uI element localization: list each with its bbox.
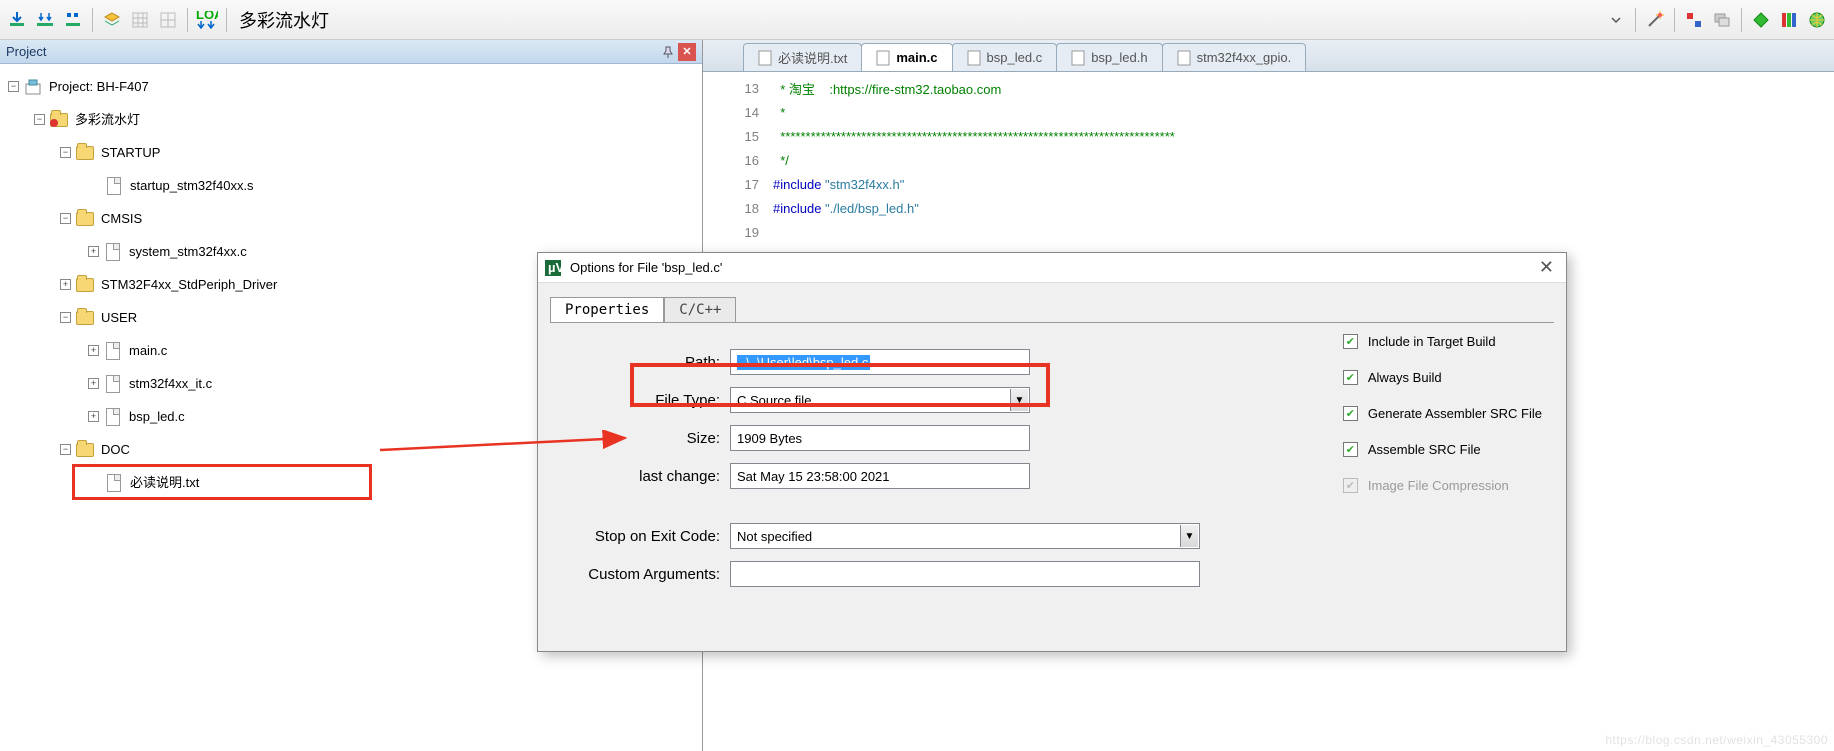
tree-file-label: stm32f4xx_it.c: [129, 367, 212, 400]
tree-group-label: DOC: [101, 433, 130, 466]
target-name: 多彩流水灯: [233, 7, 335, 33]
tab-gpio[interactable]: stm32f4xx_gpio.: [1162, 43, 1307, 71]
chevron-down-icon[interactable]: ▼: [1180, 525, 1198, 547]
tab-label: main.c: [896, 50, 937, 65]
input-lastchange: Sat May 15 23:58:00 2021: [730, 463, 1030, 489]
file-options-dialog: µV Options for File 'bsp_led.c' ✕ Proper…: [537, 252, 1567, 652]
tree-file-label: startup_stm32f40xx.s: [130, 169, 254, 202]
check-asm-src[interactable]: ✔: [1343, 442, 1358, 457]
dialog-checkbox-group: ✔ Include in Target Build ✔ Always Build ✔…: [1343, 323, 1542, 503]
tree-group-label: USER: [101, 301, 137, 334]
tree-target[interactable]: − 多彩流水灯: [8, 103, 702, 136]
tree-target-label: 多彩流水灯: [75, 103, 140, 136]
dialog-tab-ccpp[interactable]: C/C++: [664, 297, 736, 322]
code-line: 17#include "stm32f4xx.h": [703, 172, 1834, 196]
code-line: 19: [703, 220, 1834, 244]
tab-bsp-led-h[interactable]: bsp_led.h: [1056, 43, 1162, 71]
green-diamond-icon[interactable]: [1748, 7, 1774, 33]
grid-icon[interactable]: [127, 7, 153, 33]
tab-label: bsp_led.h: [1091, 50, 1147, 65]
tab-label: bsp_led.c: [987, 50, 1043, 65]
code-line: 15 *************************************…: [703, 124, 1834, 148]
check-img-comp: ✔: [1343, 478, 1358, 493]
check-label: Generate Assembler SRC File: [1368, 406, 1542, 421]
dialog-titlebar[interactable]: µV Options for File 'bsp_led.c' ✕: [538, 253, 1566, 283]
code-line: 18#include "./led/bsp_led.h": [703, 196, 1834, 220]
layers-icon[interactable]: [99, 7, 125, 33]
gray-stack-icon[interactable]: [1709, 7, 1735, 33]
check-label: Image File Compression: [1368, 478, 1509, 493]
code-line: 16 */: [703, 148, 1834, 172]
tab-main-c[interactable]: main.c: [861, 43, 952, 71]
project-panel-title: Project: [6, 44, 46, 59]
keil-icon: µV: [544, 259, 562, 277]
tree-root[interactable]: − Project: BH-F407: [8, 70, 702, 103]
project-header: Project ✕: [0, 40, 702, 64]
combo-stopexit[interactable]: Not specified ▼: [730, 523, 1200, 549]
tab-label: stm32f4xx_gpio.: [1197, 50, 1292, 65]
dialog-tabs: Properties C/C++: [538, 283, 1566, 322]
svg-text:µV: µV: [548, 260, 562, 275]
dialog-tab-properties[interactable]: Properties: [550, 297, 664, 322]
label-stopexit: Stop on Exit Code:: [550, 528, 730, 545]
close-panel-icon[interactable]: ✕: [678, 43, 696, 61]
red-blue-icon[interactable]: [1681, 7, 1707, 33]
tab-bsp-led-c[interactable]: bsp_led.c: [952, 43, 1058, 71]
tree-root-label: Project: BH-F407: [49, 70, 149, 103]
watermark: https://blog.csdn.net/weixin_43055300: [1605, 733, 1828, 747]
input-customargs[interactable]: [730, 561, 1200, 587]
tree-file-label: bsp_led.c: [129, 400, 185, 433]
editor-tabs: 必读说明.txt main.c bsp_led.c bsp_led.h stm3…: [703, 40, 1834, 72]
input-size: 1909 Bytes: [730, 425, 1030, 451]
tree-file-label: 必读说明.txt: [130, 466, 199, 499]
label-lastchange: last change:: [550, 468, 730, 485]
dialog-title-text: Options for File 'bsp_led.c': [570, 260, 722, 275]
check-label: Always Build: [1368, 370, 1442, 385]
tree-file[interactable]: startup_stm32f40xx.s: [8, 169, 702, 202]
grid2-icon[interactable]: [155, 7, 181, 33]
download-grid-icon[interactable]: [60, 7, 86, 33]
tree-file-label: system_stm32f4xx.c: [129, 235, 247, 268]
tab-readme[interactable]: 必读说明.txt: [743, 43, 862, 71]
tree-group-label: STARTUP: [101, 136, 160, 169]
download-icon[interactable]: [4, 7, 30, 33]
code-line: 14 *: [703, 100, 1834, 124]
code-line: 13 * 淘宝 :https://fire-stm32.taobao.com: [703, 76, 1834, 100]
check-gen-asm[interactable]: ✔: [1343, 406, 1358, 421]
tab-label: 必读说明.txt: [778, 48, 847, 67]
label-filetype: File Type:: [550, 392, 730, 409]
svg-text:LOAD: LOAD: [196, 11, 218, 22]
tree-file-label: main.c: [129, 334, 167, 367]
tree-group-label: CMSIS: [101, 202, 142, 235]
label-path: Path:: [550, 354, 730, 371]
chevron-down-icon[interactable]: ▼: [1010, 389, 1028, 411]
dialog-close-icon[interactable]: ✕: [1533, 257, 1560, 278]
rainbow-icon[interactable]: [1776, 7, 1802, 33]
pin-icon[interactable]: [660, 44, 676, 60]
tree-group-startup[interactable]: − STARTUP: [8, 136, 702, 169]
tree-group-label: STM32F4xx_StdPeriph_Driver: [101, 268, 277, 301]
label-size: Size:: [550, 430, 730, 447]
label-customargs: Custom Arguments:: [550, 566, 730, 583]
dropdown-icon[interactable]: [1603, 7, 1629, 33]
wand-icon[interactable]: [1642, 7, 1668, 33]
main-toolbar: LOAD 多彩流水灯: [0, 0, 1834, 40]
check-label: Include in Target Build: [1368, 334, 1496, 349]
check-include-target[interactable]: ✔: [1343, 334, 1358, 349]
globe-icon[interactable]: [1804, 7, 1830, 33]
check-label: Assemble SRC File: [1368, 442, 1481, 457]
load-icon[interactable]: LOAD: [194, 7, 220, 33]
check-always-build[interactable]: ✔: [1343, 370, 1358, 385]
tree-group-cmsis[interactable]: − CMSIS: [8, 202, 702, 235]
combo-filetype[interactable]: C Source file ▼: [730, 387, 1030, 413]
input-path[interactable]: ..\..\User\led\bsp_led.c: [730, 349, 1030, 375]
download-multi-icon[interactable]: [32, 7, 58, 33]
